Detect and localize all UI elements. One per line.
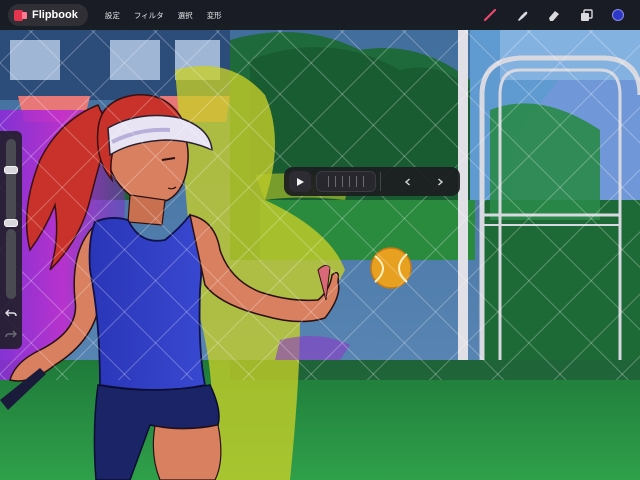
menu-select[interactable]: 選択: [171, 10, 200, 21]
play-button[interactable]: [289, 171, 311, 192]
nav-divider: [380, 172, 381, 191]
main-menu: 設定 フィルタ 選択 変形: [98, 10, 229, 21]
chevron-right-icon: [438, 177, 444, 186]
redo-button[interactable]: [3, 327, 19, 341]
play-icon: [297, 177, 304, 186]
canvas-artwork: [0, 0, 640, 480]
playback-bar: [284, 167, 460, 196]
brush-opacity-thumb[interactable]: [4, 218, 18, 227]
frame-strip[interactable]: [316, 171, 376, 192]
previous-frame-button[interactable]: [396, 171, 420, 192]
undo-icon: [5, 309, 17, 317]
frame-tick: [328, 176, 329, 187]
next-frame-button[interactable]: [428, 171, 452, 192]
redo-icon: [5, 330, 17, 338]
current-color-swatch: [612, 9, 624, 21]
smudge-icon[interactable]: [514, 7, 530, 23]
frame-tick: [356, 176, 357, 187]
frame-tick: [349, 176, 350, 187]
chevron-left-icon: [404, 177, 410, 186]
flipbook-logo-icon: [14, 9, 27, 21]
menu-transform[interactable]: 変形: [200, 10, 229, 21]
app-name: Flipbook: [32, 9, 78, 21]
undo-button[interactable]: [3, 306, 19, 320]
top-toolbar: Flipbook 設定 フィルタ 選択 変形: [0, 0, 640, 30]
color-picker-button[interactable]: [610, 7, 626, 23]
brush-icon[interactable]: [482, 7, 498, 23]
frame-tick: [342, 176, 343, 187]
tool-group: [482, 0, 626, 30]
gallery-button[interactable]: Flipbook: [8, 4, 88, 26]
drawing-canvas[interactable]: [0, 0, 640, 480]
left-sidebar: [0, 131, 22, 349]
brush-size-slider[interactable]: [6, 139, 16, 221]
frame-tick: [363, 176, 364, 187]
menu-filter[interactable]: フィルタ: [127, 10, 171, 21]
brush-size-thumb[interactable]: [4, 166, 18, 175]
frame-tick: [335, 176, 336, 187]
layers-icon[interactable]: [578, 7, 594, 23]
eraser-icon[interactable]: [546, 7, 562, 23]
brush-opacity-slider[interactable]: [6, 229, 16, 299]
menu-settings[interactable]: 設定: [98, 10, 127, 21]
